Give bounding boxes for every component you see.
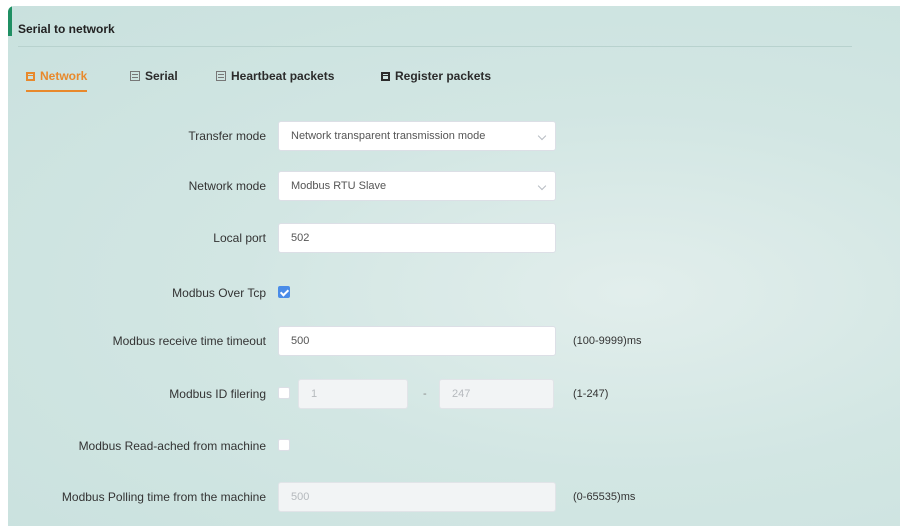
grid-icon	[26, 71, 35, 81]
id-filter-to-value: 247	[452, 388, 471, 400]
transfer-mode-value: Network transparent transmission mode	[291, 130, 486, 142]
serial-to-network-panel: Serial to network Network Serial Heartbe…	[8, 6, 900, 526]
id-filter-from-value: 1	[311, 388, 318, 400]
local-port-label: Local port	[213, 231, 266, 245]
id-filtering-checkbox[interactable]	[278, 387, 290, 399]
polling-time-input[interactable]: 500	[278, 482, 556, 512]
id-filter-to-input[interactable]: 247	[439, 379, 554, 409]
polling-time-range-hint: (0-65535)ms	[573, 491, 636, 503]
id-filtering-row: Modbus ID filering 1 - 247 (1-247)	[8, 379, 900, 409]
modbus-over-tcp-checkbox[interactable]	[278, 286, 290, 298]
network-mode-label: Network mode	[188, 179, 266, 193]
tab-label: Heartbeat packets	[231, 69, 335, 83]
chevron-down-icon	[537, 181, 547, 191]
grid-icon	[130, 71, 140, 81]
polling-time-value: 500	[291, 491, 310, 503]
id-filtering-label: Modbus ID filering	[169, 387, 266, 401]
receive-timeout-label: Modbus receive time timeout	[112, 334, 266, 348]
id-filtering-range-hint: (1-247)	[573, 388, 609, 400]
range-separator: -	[423, 388, 427, 400]
grid-icon	[216, 71, 226, 81]
tab-serial[interactable]: Serial	[130, 64, 178, 88]
transfer-mode-select[interactable]: Network transparent transmission mode	[278, 121, 556, 151]
tab-label: Register packets	[395, 69, 492, 83]
local-port-input[interactable]: 502	[278, 223, 556, 253]
grid-icon	[381, 71, 390, 81]
local-port-value: 502	[291, 232, 310, 244]
network-mode-select[interactable]: Modbus RTU Slave	[278, 171, 556, 201]
tab-network[interactable]: Network	[26, 64, 88, 92]
read-cached-label: Modbus Read-ached from machine	[78, 439, 266, 453]
panel-accent-edge	[8, 6, 12, 36]
receive-timeout-range-hint: (100-9999)ms	[573, 335, 642, 347]
polling-time-row: Modbus Polling time from the machine 500…	[8, 482, 900, 512]
receive-timeout-input[interactable]: 500	[278, 326, 556, 356]
modbus-over-tcp-row: Modbus Over Tcp	[8, 278, 900, 308]
network-mode-row: Network mode Modbus RTU Slave	[8, 171, 900, 201]
transfer-mode-label: Transfer mode	[188, 129, 266, 143]
read-cached-checkbox[interactable]	[278, 439, 290, 451]
title-divider	[18, 46, 852, 47]
network-mode-value: Modbus RTU Slave	[291, 180, 387, 192]
tab-label: Network	[40, 69, 88, 83]
receive-timeout-row: Modbus receive time timeout 500 (100-999…	[8, 326, 900, 356]
tab-label: Serial	[145, 69, 178, 83]
read-cached-row: Modbus Read-ached from machine	[8, 431, 900, 461]
tab-register-packets[interactable]: Register packets	[381, 64, 491, 88]
transfer-mode-row: Transfer mode Network transparent transm…	[8, 121, 900, 151]
receive-timeout-value: 500	[291, 335, 310, 347]
local-port-row: Local port 502	[8, 223, 900, 253]
id-filter-from-input[interactable]: 1	[298, 379, 408, 409]
tab-heartbeat-packets[interactable]: Heartbeat packets	[216, 64, 334, 88]
modbus-over-tcp-label: Modbus Over Tcp	[172, 286, 266, 300]
polling-time-label: Modbus Polling time from the machine	[61, 490, 266, 504]
chevron-down-icon	[537, 131, 547, 141]
panel-title: Serial to network	[18, 22, 115, 36]
